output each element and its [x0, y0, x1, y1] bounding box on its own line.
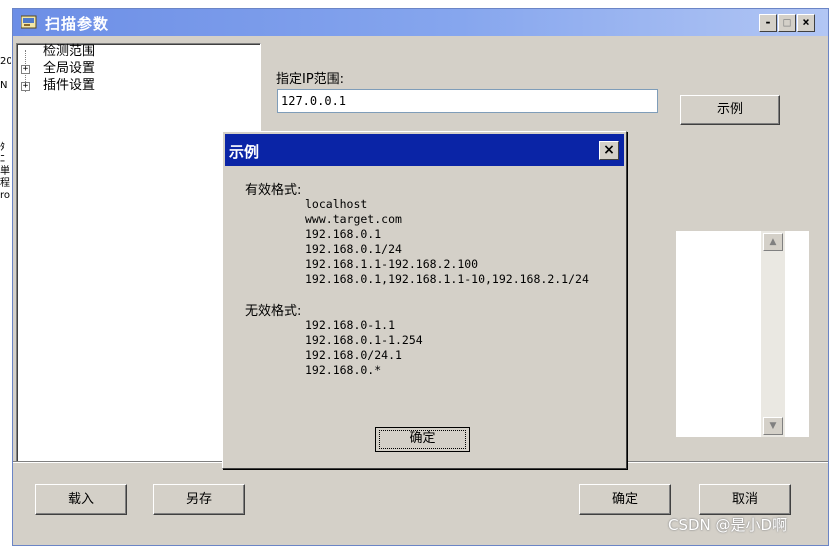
save-as-button[interactable]: 另存	[153, 484, 245, 515]
dialog-ok-button[interactable]: 确定	[375, 427, 470, 452]
valid-example-line: 192.168.0.1	[305, 227, 382, 241]
bg-frag-line: ﾀ	[0, 142, 5, 153]
tree-item-label: 全局设置	[43, 61, 96, 76]
ip-range-input[interactable]: 127.0.0.1	[277, 89, 658, 113]
bg-frag-line: N	[0, 80, 8, 91]
dialog-ok-label: 确定	[409, 431, 436, 446]
ok-button[interactable]: 确定	[579, 484, 671, 515]
vertical-scrollbar[interactable]: ▲ ▼	[761, 231, 785, 437]
ip-range-label: 指定IP范围:	[276, 72, 345, 87]
example-dialog: 示例 × 有效格式: localhost www.target.com 192.…	[222, 131, 627, 469]
invalid-example-line: 192.168.0/24.1	[305, 348, 402, 362]
scroll-down-icon[interactable]: ▼	[763, 417, 783, 435]
tree-item-scan-range[interactable]: 检测范围	[43, 44, 95, 60]
expand-icon[interactable]: +	[21, 65, 30, 74]
background-text-left: 20 N ﾀ ﾆ 単 程 ro	[0, 56, 11, 256]
tree-item-global-settings[interactable]: 全局设置	[43, 61, 95, 77]
bg-frag-line: ro	[0, 190, 11, 201]
valid-format-heading: 有效格式:	[245, 183, 302, 198]
minimize-button[interactable]: -	[759, 14, 777, 32]
valid-example-line: localhost	[305, 197, 368, 211]
valid-example-line: 192.168.0.1,192.168.1.1-10,192.168.2.1/2…	[305, 272, 589, 286]
title-bar[interactable]: 扫描参数 - □ ×	[13, 9, 828, 36]
invalid-example-line: 192.168.0.*	[305, 363, 382, 377]
valid-example-line: 192.168.0.1/24	[305, 242, 402, 256]
maximize-button[interactable]: □	[778, 14, 796, 32]
invalid-example-line: 192.168.0.1-1.254	[305, 333, 423, 347]
bg-frag-line: 程	[0, 178, 10, 189]
window-app-icon	[21, 15, 37, 29]
watermark: CSDN @是小D啊	[668, 516, 788, 534]
dialog-close-button[interactable]: ×	[599, 141, 619, 160]
valid-example-line: 192.168.1.1-192.168.2.100	[305, 257, 479, 271]
tree-item-plugin-settings[interactable]: 插件设置	[43, 78, 95, 94]
expand-icon[interactable]: +	[21, 82, 30, 91]
bg-frag-line: 単	[0, 166, 10, 177]
invalid-format-heading: 无效格式:	[245, 304, 302, 319]
ip-list-textarea[interactable]	[675, 231, 809, 437]
example-button[interactable]: 示例	[680, 95, 780, 125]
valid-example-line: www.target.com	[305, 212, 402, 226]
invalid-example-line: 192.168.0-1.1	[305, 318, 396, 332]
dialog-title: 示例	[229, 143, 260, 161]
dialog-title-bar[interactable]: 示例 ×	[225, 134, 624, 166]
load-button[interactable]: 载入	[35, 484, 127, 515]
scroll-up-icon[interactable]: ▲	[763, 233, 783, 251]
cancel-button[interactable]: 取消	[699, 484, 791, 515]
tree-item-label: 检测范围	[43, 44, 96, 59]
bg-frag-line: 20	[0, 56, 11, 67]
bg-frag-line: ﾆ	[0, 154, 5, 165]
window-title: 扫描参数	[45, 15, 110, 33]
tree-item-label: 插件设置	[43, 78, 96, 93]
close-button[interactable]: ×	[797, 14, 815, 32]
